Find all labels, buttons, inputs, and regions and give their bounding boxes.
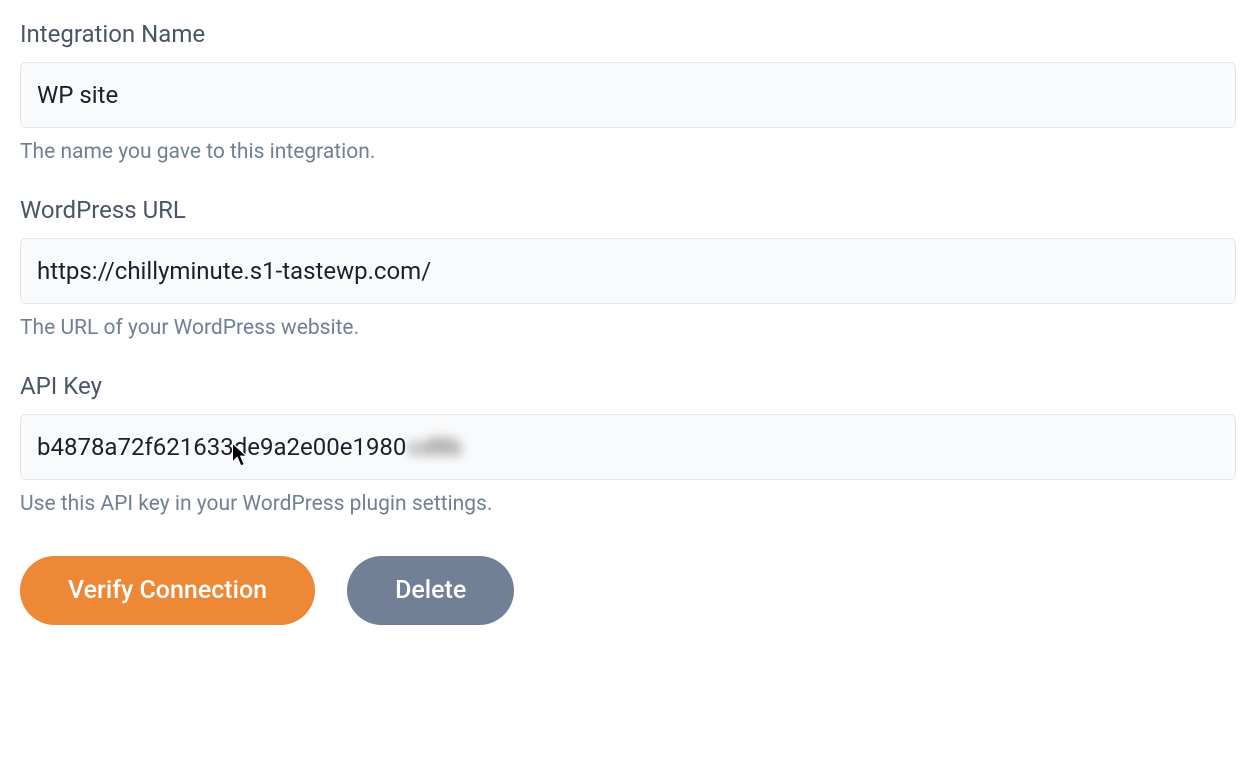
wordpress-url-help: The URL of your WordPress website. [20,316,1236,340]
api-key-blurred-text: cd8b [408,433,461,461]
integration-name-label: Integration Name [20,20,1236,48]
api-key-help: Use this API key in your WordPress plugi… [20,492,1236,516]
delete-button[interactable]: Delete [347,556,514,625]
api-key-group: API Key b4878a72f621633de9a2e00e1980 cd8… [20,372,1236,516]
button-row: Verify Connection Delete [20,556,1236,625]
integration-name-input[interactable] [20,62,1236,128]
wordpress-url-label: WordPress URL [20,196,1236,224]
verify-connection-button[interactable]: Verify Connection [20,556,315,625]
integration-name-help: The name you gave to this integration. [20,140,1236,164]
api-key-label: API Key [20,372,1236,400]
api-key-input[interactable]: b4878a72f621633de9a2e00e1980 cd8b [20,414,1236,480]
integration-name-group: Integration Name The name you gave to th… [20,20,1236,164]
wordpress-url-group: WordPress URL The URL of your WordPress … [20,196,1236,340]
api-key-visible-text: b4878a72f621633de9a2e00e1980 [37,433,406,461]
wordpress-url-input[interactable] [20,238,1236,304]
